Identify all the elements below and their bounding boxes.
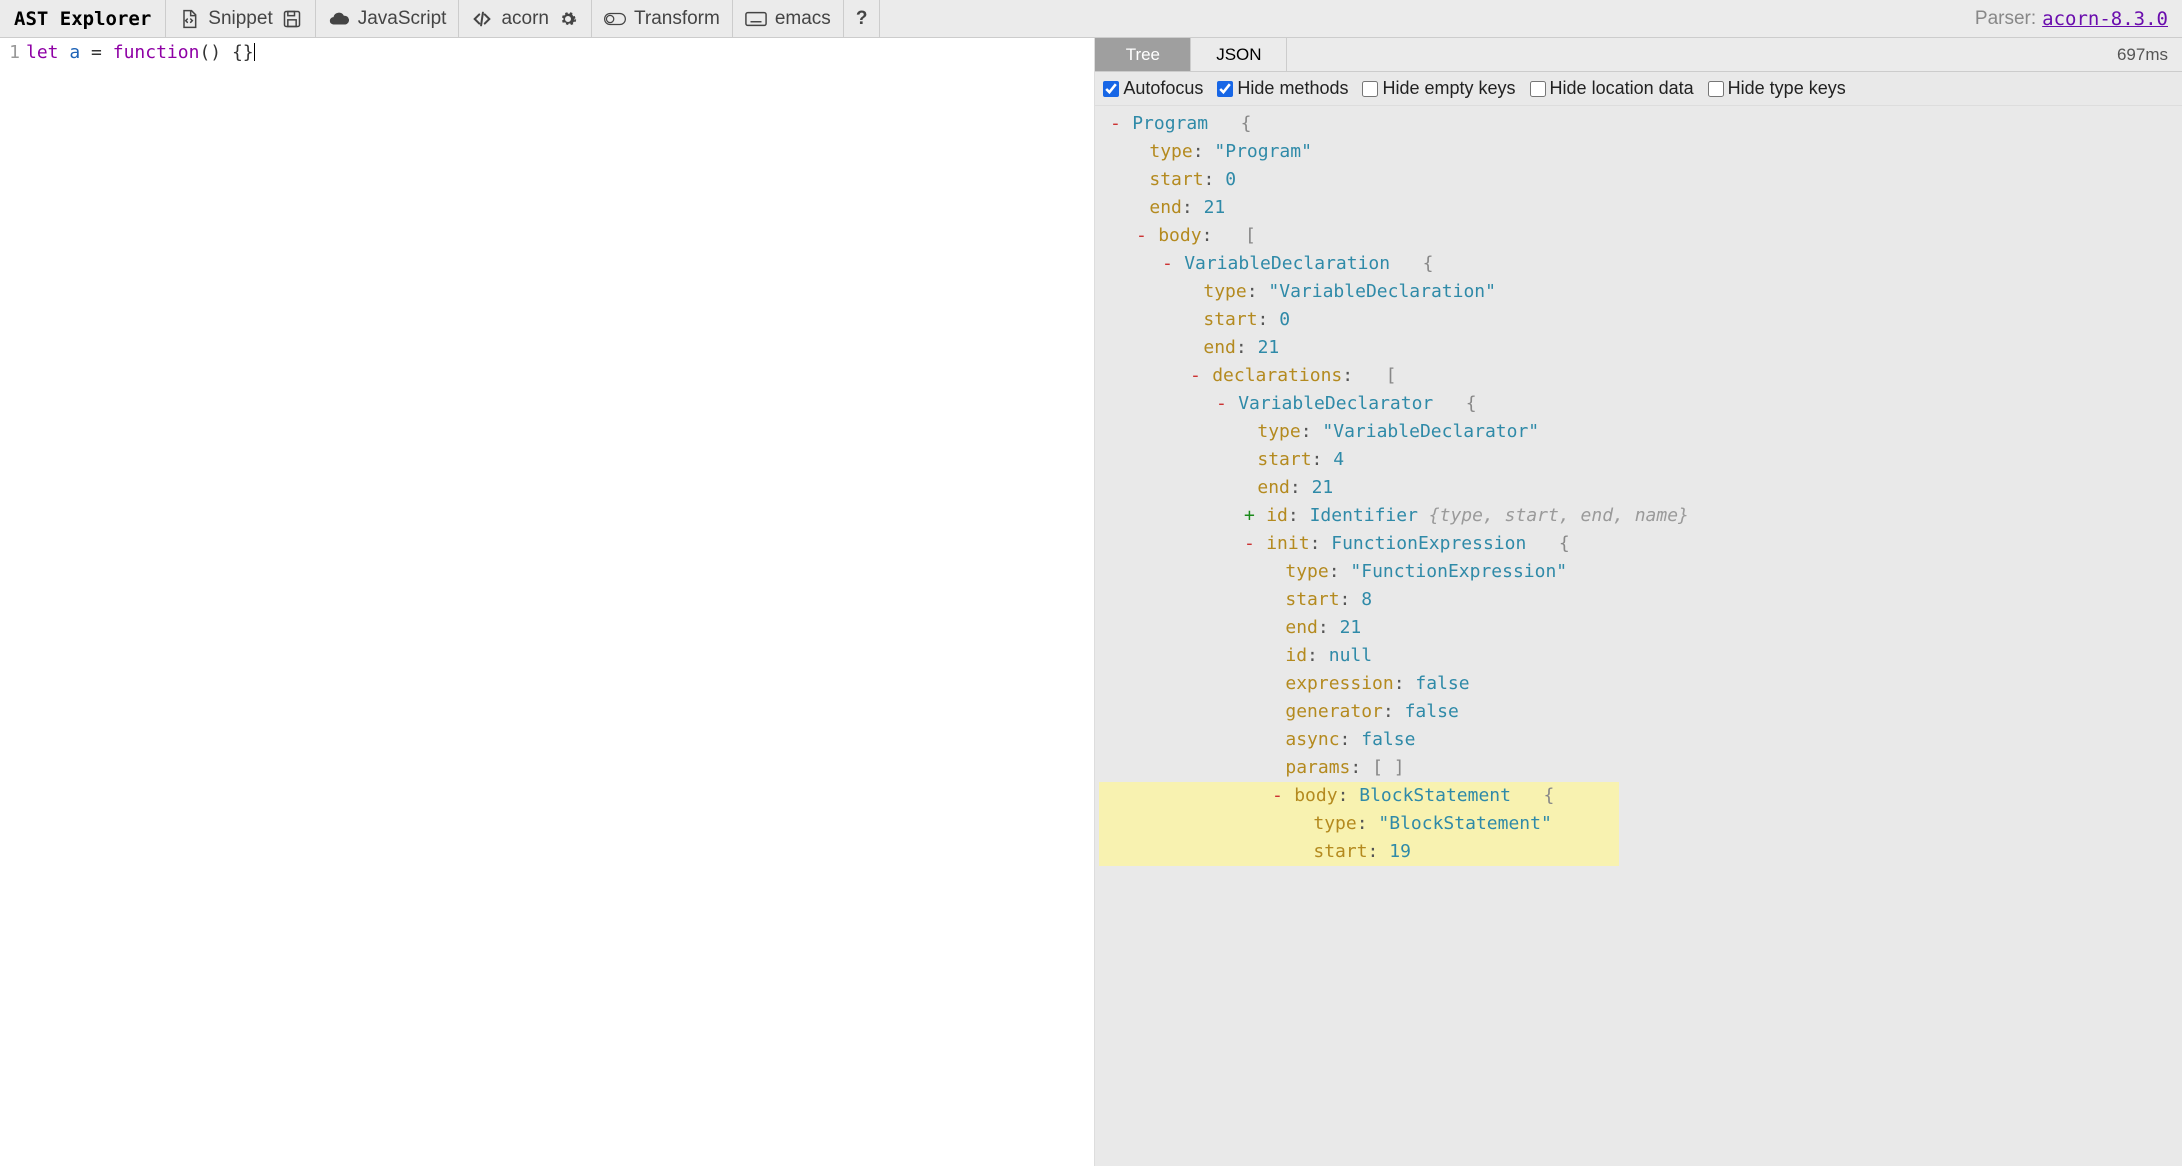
kv[interactable]: type: "FunctionExpression" xyxy=(1099,558,2178,586)
kv[interactable]: end: 21 xyxy=(1099,334,2178,362)
menu-transform-label: Transform xyxy=(634,8,720,30)
opt-hide-location[interactable]: Hide location data xyxy=(1530,78,1694,99)
parse-timing: 697ms xyxy=(2103,45,2182,65)
toggle-icon xyxy=(604,8,626,30)
hide-type-label: Hide type keys xyxy=(1728,78,1846,99)
kv-params[interactable]: params: [ ] xyxy=(1099,754,2178,782)
kv[interactable]: generator: false xyxy=(1099,698,2178,726)
menu-parser-label: acorn xyxy=(501,8,549,30)
tab-tree[interactable]: Tree xyxy=(1095,38,1191,71)
output-tabbar: Tree JSON 697ms xyxy=(1095,38,2182,72)
menu-keymap-label: emacs xyxy=(775,8,831,30)
autofocus-label: Autofocus xyxy=(1123,78,1203,99)
menu-snippet-label: Snippet xyxy=(208,8,272,30)
hide-type-checkbox[interactable] xyxy=(1708,81,1724,97)
opt-hide-type[interactable]: Hide type keys xyxy=(1708,78,1846,99)
collapsed-preview: {type, start, end, name} xyxy=(1429,505,1689,526)
collapse-icon[interactable]: - xyxy=(1215,390,1227,418)
kv-body-block[interactable]: - body: BlockStatement { xyxy=(1099,782,1589,810)
tree-options: Autofocus Hide methods Hide empty keys H… xyxy=(1095,72,2182,106)
kv[interactable]: end: 21 xyxy=(1099,474,2178,502)
kv-declarations[interactable]: - declarations: [ xyxy=(1099,362,2178,390)
menubar: AST Explorer Snippet JavaScript acorn Tr… xyxy=(0,0,2182,38)
node-vardeclr[interactable]: - VariableDeclarator { xyxy=(1099,390,2178,418)
parser-info: Parser: acorn-8.3.0 xyxy=(1961,8,2182,30)
kv[interactable]: start: 0 xyxy=(1099,166,2178,194)
kv[interactable]: start: 19 xyxy=(1099,838,1589,866)
collapse-icon[interactable]: - xyxy=(1161,250,1173,278)
opt-hide-methods[interactable]: Hide methods xyxy=(1217,78,1348,99)
collapse-icon[interactable]: - xyxy=(1109,110,1121,138)
collapse-icon[interactable]: - xyxy=(1189,362,1201,390)
kv[interactable]: async: false xyxy=(1099,726,2178,754)
hide-location-checkbox[interactable] xyxy=(1530,81,1546,97)
hide-methods-label: Hide methods xyxy=(1237,78,1348,99)
opt-autofocus[interactable]: Autofocus xyxy=(1103,78,1203,99)
parser-version-link[interactable]: acorn-8.3.0 xyxy=(2042,8,2168,30)
collapse-icon[interactable]: - xyxy=(1135,222,1147,250)
kv[interactable]: end: 21 xyxy=(1099,614,2178,642)
ast-tree[interactable]: - Program { type: "Program" start: 0 end… xyxy=(1095,106,2182,1166)
tok-rest: () {} xyxy=(199,42,253,63)
collapse-icon[interactable]: - xyxy=(1243,530,1255,558)
code-editor[interactable]: 1 let a = function() {} xyxy=(0,38,1094,67)
program-name: Program xyxy=(1132,113,1208,134)
tok-eq: = xyxy=(91,42,102,63)
cursor xyxy=(254,43,255,61)
opt-hide-empty[interactable]: Hide empty keys xyxy=(1362,78,1515,99)
menu-help[interactable]: ? xyxy=(844,0,881,37)
kv-body[interactable]: - body: [ xyxy=(1099,222,2178,250)
kv[interactable]: expression: false xyxy=(1099,670,2178,698)
menu-snippet[interactable]: Snippet xyxy=(166,0,315,37)
node-program[interactable]: - Program { xyxy=(1099,110,2178,138)
editor-pane[interactable]: 1 let a = function() {} xyxy=(0,38,1095,1166)
highlighted-node[interactable]: - body: BlockStatement { type: "BlockSta… xyxy=(1099,782,1619,866)
kv[interactable]: start: 8 xyxy=(1099,586,2178,614)
code-icon xyxy=(471,8,493,30)
tab-json[interactable]: JSON xyxy=(1191,38,1287,71)
node-vardecl[interactable]: - VariableDeclaration { xyxy=(1099,250,2178,278)
code-line[interactable]: let a = function() {} xyxy=(26,42,255,63)
autofocus-checkbox[interactable] xyxy=(1103,81,1119,97)
save-icon xyxy=(281,8,303,30)
expand-icon[interactable]: + xyxy=(1243,502,1255,530)
line-number: 1 xyxy=(0,42,26,63)
kv[interactable]: type: "BlockStatement" xyxy=(1099,810,1589,838)
menu-transform[interactable]: Transform xyxy=(592,0,733,37)
kv[interactable]: start: 0 xyxy=(1099,306,2178,334)
help-label: ? xyxy=(856,8,868,30)
gear-icon[interactable] xyxy=(557,8,579,30)
tok-var: a xyxy=(69,42,80,63)
hide-empty-label: Hide empty keys xyxy=(1382,78,1515,99)
kv[interactable]: id: null xyxy=(1099,642,2178,670)
code-file-icon xyxy=(178,8,200,30)
kv[interactable]: type: "VariableDeclaration" xyxy=(1099,278,2178,306)
keyboard-icon xyxy=(745,8,767,30)
kv[interactable]: end: 21 xyxy=(1099,194,2178,222)
kv-id[interactable]: + id: Identifier {type, start, end, name… xyxy=(1099,502,2178,530)
hide-methods-checkbox[interactable] xyxy=(1217,81,1233,97)
menu-keymap[interactable]: emacs xyxy=(733,0,844,37)
menu-parser[interactable]: acorn xyxy=(459,0,592,37)
tok-let: let xyxy=(26,42,59,63)
main-split: 1 let a = function() {} Tree JSON 697ms … xyxy=(0,38,2182,1166)
kv[interactable]: start: 4 xyxy=(1099,446,2178,474)
collapse-icon[interactable]: - xyxy=(1271,782,1283,810)
kv[interactable]: type: "Program" xyxy=(1099,138,2178,166)
brand[interactable]: AST Explorer xyxy=(0,0,166,37)
hide-empty-checkbox[interactable] xyxy=(1362,81,1378,97)
menu-language-label: JavaScript xyxy=(358,8,447,30)
menu-language[interactable]: JavaScript xyxy=(316,0,460,37)
kv-init[interactable]: - init: FunctionExpression { xyxy=(1099,530,2178,558)
hide-location-label: Hide location data xyxy=(1550,78,1694,99)
tok-func: function xyxy=(113,42,200,63)
cloud-icon xyxy=(328,8,350,30)
output-pane: Tree JSON 697ms Autofocus Hide methods H… xyxy=(1095,38,2182,1166)
parser-info-label: Parser: xyxy=(1975,8,2036,30)
brace: { xyxy=(1241,113,1252,134)
kv[interactable]: type: "VariableDeclarator" xyxy=(1099,418,2178,446)
